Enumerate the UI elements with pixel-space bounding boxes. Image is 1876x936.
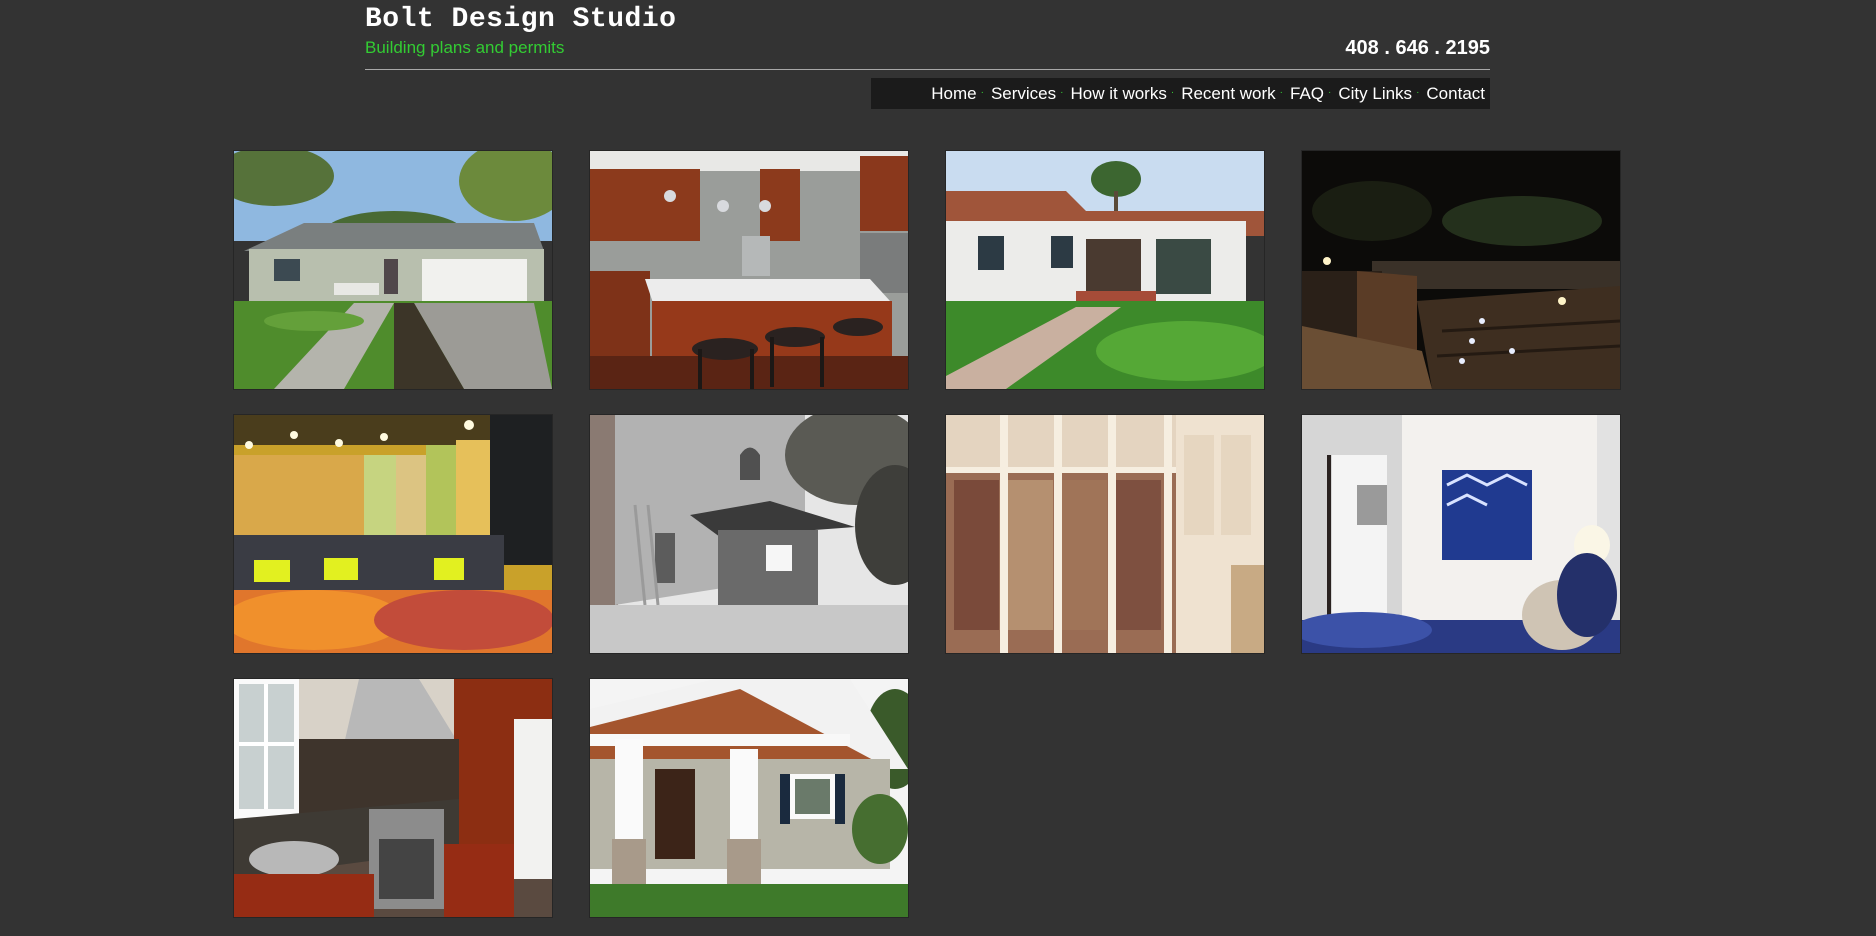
photo-lit-deck-at-night[interactable]: [1302, 151, 1620, 389]
nav-separator: ·: [1279, 87, 1284, 98]
nav-separator: ·: [1170, 87, 1175, 98]
phone-number: 408 . 646 . 2195: [1345, 37, 1490, 59]
nav-link-home[interactable]: Home: [931, 84, 976, 104]
nav-item-recent-work: Recent work ·: [1181, 84, 1290, 104]
nav-item-services: Services ·: [991, 84, 1071, 104]
site-tagline: Building plans and permits: [365, 38, 565, 57]
nav-separator: ·: [1060, 87, 1064, 98]
nav-separator: ·: [1416, 87, 1420, 98]
nav-item-how-it-works: How it works ·: [1070, 84, 1181, 104]
photo-ranch-house-exterior[interactable]: [234, 151, 552, 389]
nav-link-faq[interactable]: FAQ: [1290, 84, 1324, 104]
photo-walk-in-closet[interactable]: [946, 415, 1264, 653]
nav-separator: ·: [980, 87, 984, 98]
nav-link-how-it-works[interactable]: How it works: [1070, 84, 1166, 104]
photo-stucco-accessory-unit[interactable]: [590, 415, 908, 653]
main-nav: Home · Services · How it works · Recent …: [871, 78, 1490, 109]
nav-link-contact[interactable]: Contact: [1426, 84, 1485, 104]
nav-link-city-links[interactable]: City Links: [1338, 84, 1412, 104]
nav-item-home: Home ·: [931, 84, 991, 104]
nav-item-faq: FAQ ·: [1290, 84, 1338, 104]
photo-grocery-produce-store[interactable]: [234, 415, 552, 653]
photo-craftsman-porch-exterior[interactable]: [590, 679, 908, 917]
header-divider: [365, 69, 1490, 70]
nav-item-city-links: City Links ·: [1338, 84, 1426, 104]
photo-spanish-bungalow-exterior[interactable]: [946, 151, 1264, 389]
nav-link-recent-work[interactable]: Recent work: [1181, 84, 1275, 104]
site-header: Bolt Design Studio Building plans and pe…: [365, 0, 1490, 72]
nav-item-contact: Contact: [1426, 84, 1485, 104]
nav-separator: ·: [1328, 87, 1332, 98]
photo-bedroom-with-artwork[interactable]: [1302, 415, 1620, 653]
photo-kitchen-island[interactable]: [590, 151, 908, 389]
nav-link-services[interactable]: Services: [991, 84, 1056, 104]
photo-gallery: [234, 151, 1621, 918]
site-title[interactable]: Bolt Design Studio: [365, 4, 676, 35]
photo-kitchen-stove-counter[interactable]: [234, 679, 552, 917]
